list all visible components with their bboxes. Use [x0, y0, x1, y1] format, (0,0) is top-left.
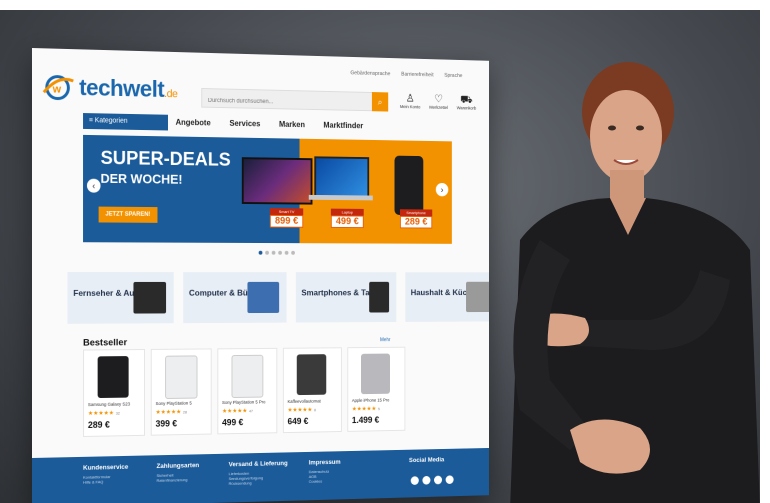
svg-text:w: w: [52, 83, 62, 95]
footer-col-imprint: Impressum Datenschutz AGB Cookies: [309, 459, 341, 484]
search-input[interactable]: [202, 92, 376, 113]
footer-link[interactable]: Hilfe & FAQ: [83, 479, 103, 484]
bestseller-more-link[interactable]: Mehr: [380, 337, 390, 343]
deal-tag-tv: Smart TV 899 €: [269, 208, 304, 228]
rating-count: 28: [182, 409, 188, 415]
toplink-sign-language[interactable]: Gebärdensprache: [350, 70, 390, 77]
footer-col-title: Versand & Lieferung: [228, 460, 288, 469]
product-name: Sony PlayStation 5 Pro: [222, 399, 266, 405]
product-price: 1.499 €: [351, 414, 380, 426]
product-rating: ★★★★★ 5: [352, 405, 380, 412]
banner-prev-button[interactable]: ‹: [86, 178, 101, 193]
nav-item-store-finder[interactable]: Marktfinder: [323, 121, 363, 130]
product-rating: ★★★★★ 32: [88, 410, 120, 417]
nav-item-offers[interactable]: Angebote: [176, 118, 211, 127]
carousel-dot[interactable]: [265, 250, 269, 255]
footer-col-title: Zahlungsarten: [156, 462, 200, 471]
footer-link[interactable]: Cookies: [309, 479, 322, 484]
bestseller-list: Samsung Galaxy S23 ★★★★★ 32 289 € Sony P…: [83, 346, 406, 438]
rating-count: 32: [115, 410, 120, 416]
category-tile-computer[interactable]: Computer & Büro: [183, 272, 287, 324]
product-card[interactable]: Kaffeevollautomat ★★★★★ 8 649 €: [282, 347, 342, 434]
tv-image: [241, 157, 313, 205]
product-image: [97, 356, 129, 399]
bestseller-heading: Bestseller: [83, 337, 128, 349]
studio-backdrop: Gebärdensprache Barrierefreiheit Sprache…: [0, 10, 760, 503]
hero-banner[interactable]: SUPER-DEALS DER WOCHE! JETZT SPAREN! ‹ ›…: [83, 134, 452, 244]
product-name: Sony PlayStation 5: [155, 400, 192, 407]
footer-col-title: Kundenservice: [83, 463, 129, 472]
product-card[interactable]: Samsung Galaxy S23 ★★★★★ 32 289 €: [83, 349, 145, 438]
image-border-right: [760, 0, 770, 503]
category-tile-smartphones[interactable]: Smartphones & Tarife: [295, 272, 397, 323]
rating-stars: ★★★★★: [87, 410, 115, 418]
categories-menu-button[interactable]: ≡ Kategorien: [83, 113, 168, 131]
product-image: [360, 353, 391, 395]
deal-tag-laptop: Laptop 499 €: [330, 208, 364, 229]
product-card[interactable]: Sony PlayStation 5 ★★★★★ 28 399 €: [150, 348, 212, 436]
rating-count: 5: [377, 406, 380, 412]
globe-logo-icon: w: [42, 75, 75, 101]
product-price: 499 €: [222, 417, 244, 428]
sign-language-presenter: [510, 62, 760, 503]
computer-image: [247, 281, 280, 314]
smartphone-image: [369, 281, 390, 313]
main-nav: Angebote Services Marken Marktfinder: [176, 118, 364, 130]
carousel-dot[interactable]: [258, 250, 263, 255]
carousel-dot[interactable]: [278, 250, 282, 255]
deal-price: 499 €: [330, 215, 364, 229]
category-label: Computer & Büro: [188, 287, 256, 298]
product-image: [231, 354, 264, 399]
logo-tld: .de: [164, 87, 178, 100]
laptop-image: [314, 156, 370, 198]
carousel-dot[interactable]: [271, 250, 276, 255]
product-image: [296, 354, 327, 396]
image-border-top: [0, 0, 770, 10]
footer-col-shipping: Versand & Lieferung Lieferkosten Sendungs…: [229, 460, 288, 486]
logo-name: techwelt: [79, 73, 165, 102]
logo-wordmark: techwelt.de: [79, 74, 177, 103]
rating-stars: ★★★★★: [287, 407, 313, 414]
product-rating: ★★★★★ 28: [156, 408, 188, 415]
carousel-dot[interactable]: [291, 250, 295, 255]
banner-cta-button[interactable]: JETZT SPAREN!: [98, 206, 158, 223]
search-bar: ⌕: [201, 88, 389, 113]
banner-title: SUPER-DEALS: [100, 148, 231, 171]
chevron-left-icon: ‹: [92, 180, 96, 191]
nav-item-services[interactable]: Services: [229, 119, 260, 128]
rating-count: 47: [248, 408, 254, 414]
carousel-dots: [258, 250, 295, 255]
product-price: 289 €: [87, 419, 110, 430]
product-image: [165, 355, 198, 400]
product-name: Kaffeevollautomat: [287, 398, 321, 404]
deal-price: 899 €: [269, 214, 304, 228]
footer-col-payment: Zahlungsarten Sicherheit Ratenfinanzierun…: [157, 462, 200, 483]
product-rating: ★★★★★ 8: [288, 406, 316, 413]
search-button[interactable]: ⌕: [371, 92, 389, 112]
presenter-face: [590, 90, 662, 182]
laptop-base-image: [308, 194, 373, 201]
footer-link[interactable]: Rücksendung: [229, 480, 252, 485]
search-icon: ⌕: [377, 96, 383, 107]
product-price: 649 €: [287, 416, 309, 427]
nav-item-brands[interactable]: Marken: [279, 120, 305, 129]
site-logo[interactable]: w techwelt.de: [42, 72, 177, 103]
footer-col-title: Impressum: [308, 458, 341, 467]
product-price: 399 €: [155, 418, 178, 429]
footer-col-customer-service: Kundenservice Kontaktformular Hilfe & FAQ: [83, 464, 128, 485]
product-name: Apple iPhone 15 Pro: [351, 397, 390, 403]
footer-link[interactable]: Ratenfinanzierung: [157, 477, 188, 483]
tv-image: [133, 281, 167, 314]
category-tile-tv-audio[interactable]: Fernseher & Audio: [67, 272, 174, 324]
product-rating: ★★★★★ 47: [222, 407, 253, 414]
banner-subtitle: DER WOCHE!: [100, 170, 183, 187]
product-card[interactable]: Apple iPhone 15 Pro ★★★★★ 5 1.499 €: [347, 346, 406, 432]
rating-stars: ★★★★★: [155, 409, 182, 416]
carousel-dot[interactable]: [284, 250, 289, 255]
product-name: Samsung Galaxy S23: [87, 401, 131, 408]
rating-stars: ★★★★★: [351, 406, 377, 413]
rating-stars: ★★★★★: [222, 408, 248, 415]
product-card[interactable]: Sony PlayStation 5 Pro ★★★★★ 47 499 €: [217, 347, 278, 435]
rating-count: 8: [313, 407, 316, 413]
